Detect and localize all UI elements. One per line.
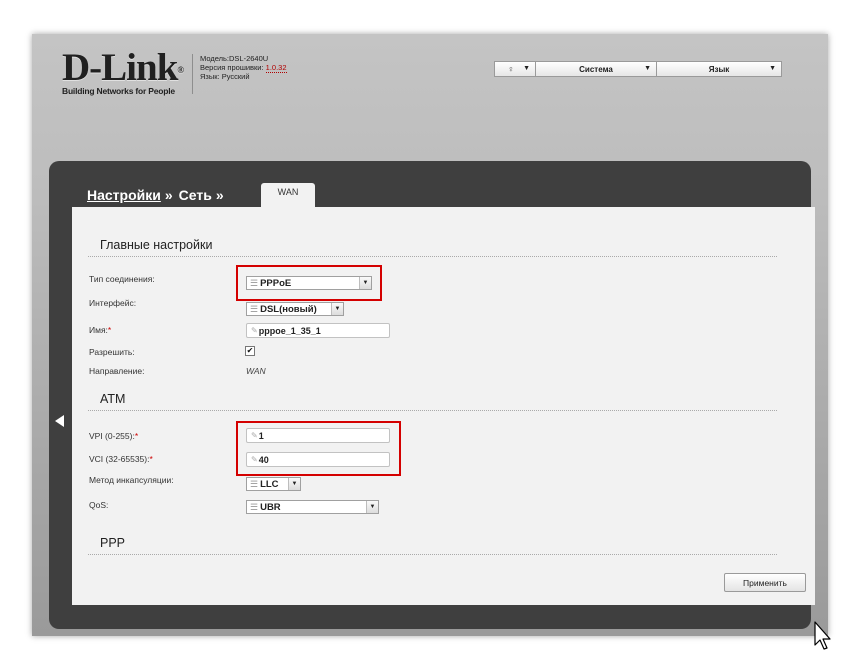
chevron-down-icon: ▼ — [523, 65, 530, 72]
direction-label: Направление: — [89, 366, 145, 376]
back-arrow-icon[interactable] — [55, 415, 64, 427]
section-title-ppp: PPP — [100, 536, 126, 550]
chevron-down-icon: ▼ — [769, 65, 776, 72]
connection-type-label: Тип соединения: — [89, 274, 155, 284]
name-input[interactable]: ✎ pppoe_1_35_1 — [246, 323, 390, 338]
chevron-down-icon: ▼ — [366, 501, 378, 513]
interface-select[interactable]: ☰ DSL(новый) ▼ — [246, 302, 344, 316]
chevron-down-icon: ▼ — [331, 303, 343, 315]
lightbulb-icon: ♀ — [507, 64, 515, 74]
router-window: D-Link® Building Networks for People Мод… — [32, 34, 828, 636]
interface-value: DSL(новый) — [260, 303, 317, 315]
chevron-down-icon: ▼ — [288, 478, 300, 490]
encapsulation-select[interactable]: ☰ LLC ▼ — [246, 477, 301, 491]
breadcrumb: Настройки» Сеть» — [87, 187, 230, 203]
interface-label: Интерфейс: — [89, 298, 137, 308]
language-menu-label: Язык — [708, 64, 730, 74]
section-title-main: Главные настройки — [100, 238, 213, 252]
enable-checkbox[interactable]: ✔ — [245, 346, 255, 356]
pencil-icon: ✎ — [251, 326, 258, 335]
highlight-box-vpi-vci — [236, 421, 401, 476]
qos-label: QoS: — [89, 500, 109, 510]
mouse-cursor-icon — [814, 621, 831, 650]
logo-registered: ® — [177, 65, 184, 75]
list-icon: ☰ — [250, 501, 259, 512]
section-title-atm: ATM — [100, 392, 126, 406]
encapsulation-value: LLC — [260, 478, 279, 490]
breadcrumb-network[interactable]: Сеть — [179, 187, 212, 203]
system-menu[interactable]: Система ▼ — [536, 61, 657, 77]
dlink-logo: D-Link® Building Networks for People — [62, 48, 184, 96]
logo-tagline: Building Networks for People — [62, 86, 175, 96]
language-line: Язык: Русский — [200, 72, 250, 81]
section-divider — [88, 554, 777, 555]
highlight-box-connection-type — [236, 265, 382, 301]
breadcrumb-separator: » — [215, 187, 224, 203]
logo-text: D-Link — [62, 46, 178, 89]
required-mark: * — [149, 454, 153, 464]
firmware-version-link[interactable]: 1.0.32 — [265, 63, 287, 73]
language-menu[interactable]: Язык ▼ — [657, 61, 782, 77]
list-icon: ☰ — [250, 478, 259, 489]
encapsulation-label: Метод инкапсуляции: — [89, 475, 174, 485]
system-menu-label: Система — [579, 64, 613, 74]
direction-value: WAN — [246, 366, 266, 376]
apply-button[interactable]: Применить — [724, 573, 806, 592]
list-icon: ☰ — [250, 303, 259, 314]
top-menu-bar: ♀ ▼ Система ▼ Язык ▼ — [494, 61, 782, 77]
required-mark: * — [134, 431, 139, 441]
settings-panel: Настройки» Сеть» WAN Главные настройки Ти… — [49, 161, 815, 629]
device-info: Модель:DSL-2640U Версия прошивки: 1.0.32… — [200, 54, 287, 81]
breadcrumb-settings-link[interactable]: Настройки — [87, 187, 161, 203]
content-area: Главные настройки Тип соединения: ☰ PPPo… — [72, 207, 815, 605]
header-divider — [192, 54, 193, 94]
firmware-line: Версия прошивки: 1.0.32 — [200, 63, 287, 73]
chevron-down-icon: ▼ — [644, 65, 651, 72]
vpi-label: VPI (0-255):* — [89, 431, 139, 441]
required-mark: * — [107, 325, 112, 335]
name-value: pppoe_1_35_1 — [258, 325, 321, 336]
help-menu[interactable]: ♀ ▼ — [494, 61, 536, 77]
breadcrumb-separator: » — [164, 187, 173, 203]
qos-value: UBR — [260, 501, 281, 513]
model-line: Модель:DSL-2640U — [200, 54, 269, 63]
firmware-label: Версия прошивки: — [200, 63, 264, 72]
name-label: Имя:* — [89, 325, 112, 335]
enable-label: Разрешить: — [89, 347, 135, 357]
tab-wan[interactable]: WAN — [261, 183, 315, 207]
vci-label: VCI (32-65535):* — [89, 454, 153, 464]
qos-select[interactable]: ☰ UBR ▼ — [246, 500, 379, 514]
section-divider — [88, 256, 777, 257]
section-divider — [88, 410, 777, 411]
